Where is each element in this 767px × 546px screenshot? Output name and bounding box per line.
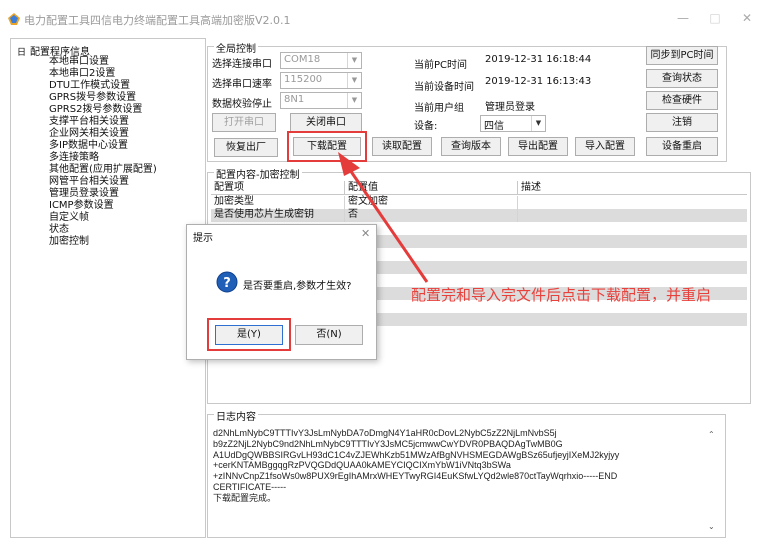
dialog-message: 是否要重启,参数才生效? bbox=[243, 281, 352, 292]
dialog-close-icon[interactable]: ✕ bbox=[361, 227, 370, 240]
yes-button[interactable]: 是(Y) bbox=[215, 325, 283, 345]
annotation-text: 配置完和导入完文件后点击下载配置，并重启 bbox=[411, 286, 712, 304]
dialog-title: 提示 bbox=[193, 233, 213, 244]
reboot-dialog: 提示 ✕ ? 是否要重启,参数才生效? 是(Y) 否(N) bbox=[186, 224, 377, 360]
svg-text:?: ? bbox=[223, 276, 231, 291]
no-button[interactable]: 否(N) bbox=[295, 325, 363, 345]
annotation-arrow-icon bbox=[338, 152, 429, 283]
info-icon: ? bbox=[216, 271, 238, 293]
